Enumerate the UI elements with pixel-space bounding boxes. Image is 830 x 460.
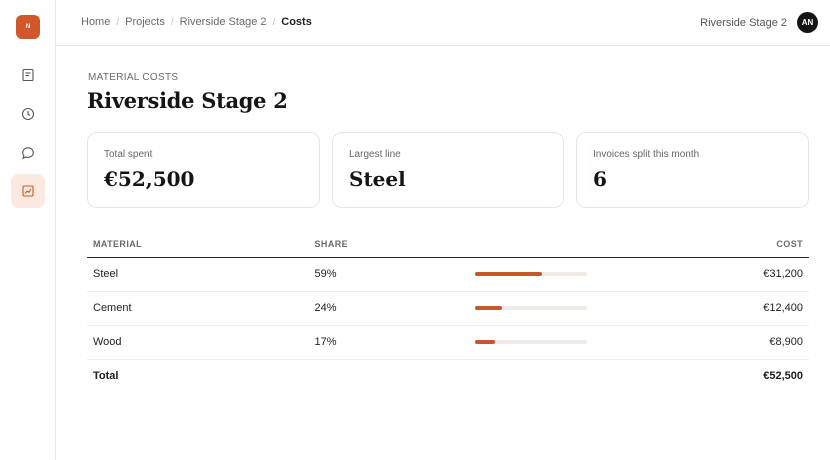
header-actions: Riverside Stage 2 AN	[700, 12, 818, 33]
share-bar-fill	[475, 272, 542, 276]
project-switcher[interactable]: Riverside Stage 2	[700, 17, 787, 29]
share-bar	[475, 272, 588, 276]
sidebar-item-costs[interactable]	[11, 174, 45, 208]
top-bar: Home / Projects / Riverside Stage 2 / Co…	[56, 0, 830, 46]
chart-icon	[22, 185, 34, 197]
cost-cell: €12,400	[593, 291, 809, 326]
share-bar-fill	[475, 306, 503, 310]
sidebar-item-history[interactable]	[11, 97, 45, 131]
table-row[interactable]: Wood 17% €8,900	[87, 325, 809, 360]
stat-card-largest-line: Largest line Steel	[332, 132, 564, 208]
total-cost: €52,500	[763, 370, 803, 383]
column-header-cost: COST	[593, 231, 809, 258]
material-cell: Cement	[87, 291, 309, 326]
document-icon	[22, 68, 34, 82]
empty-cell	[469, 359, 593, 393]
logo-text: N	[25, 24, 31, 30]
breadcrumb-project[interactable]: Riverside Stage 2	[180, 16, 267, 28]
share-cell: 24%	[308, 291, 470, 326]
app-logo[interactable]: N	[16, 15, 40, 39]
costs-table: MATERIAL SHARE COST Steel 59% €31,200 Ce…	[87, 231, 809, 393]
sidebar: N	[0, 0, 56, 460]
sidebar-item-messages[interactable]	[11, 136, 45, 170]
empty-cell	[309, 359, 470, 393]
column-header-share: SHARE	[308, 231, 470, 258]
share-bar-cell	[469, 291, 594, 326]
table-row[interactable]: Cement 24% €12,400	[87, 291, 809, 326]
share-bar-fill	[475, 340, 495, 344]
breadcrumb-separator: /	[272, 16, 276, 28]
share-bar	[475, 306, 588, 310]
material-cell: Wood	[87, 325, 309, 360]
chat-icon	[22, 147, 34, 160]
stat-card-invoices-split: Invoices split this month 6	[576, 132, 809, 208]
stat-label: Total spent	[104, 149, 153, 160]
stat-card-total-spent: Total spent €52,500	[87, 132, 320, 208]
breadcrumb-current: Costs	[281, 16, 312, 28]
stat-label: Largest line	[349, 149, 401, 160]
column-header-bar	[469, 231, 594, 258]
stat-value: Steel	[349, 167, 406, 191]
material-cell: Steel	[87, 257, 309, 292]
breadcrumb-projects[interactable]: Projects	[125, 16, 165, 28]
stat-value: €52,500	[104, 167, 195, 191]
breadcrumb-separator: /	[116, 16, 120, 28]
table-total-row: Total €52,500	[87, 359, 809, 393]
column-header-material: MATERIAL	[87, 231, 309, 258]
total-label: Total	[93, 370, 119, 383]
stat-label: Invoices split this month	[593, 149, 700, 160]
share-bar	[475, 340, 588, 344]
share-cell: 17%	[308, 325, 470, 360]
share-cell: 59%	[308, 257, 470, 292]
share-bar-cell	[469, 325, 594, 360]
breadcrumb-home[interactable]: Home	[81, 16, 110, 28]
clock-icon	[21, 107, 35, 121]
breadcrumb-separator: /	[170, 16, 174, 28]
page-eyebrow: MATERIAL COSTS	[88, 72, 179, 83]
sidebar-item-documents[interactable]	[11, 58, 45, 92]
table-header-row: MATERIAL SHARE COST	[87, 231, 809, 258]
avatar[interactable]: AN	[797, 12, 818, 33]
cost-cell: €31,200	[593, 257, 809, 292]
share-bar-cell	[469, 257, 594, 292]
stat-value: 6	[593, 167, 607, 191]
cost-cell: €8,900	[593, 325, 809, 360]
avatar-initials: AN	[801, 18, 814, 27]
page-title: Riverside Stage 2	[87, 88, 288, 113]
breadcrumb: Home / Projects / Riverside Stage 2 / Co…	[81, 16, 312, 28]
table-row[interactable]: Steel 59% €31,200	[87, 257, 809, 292]
